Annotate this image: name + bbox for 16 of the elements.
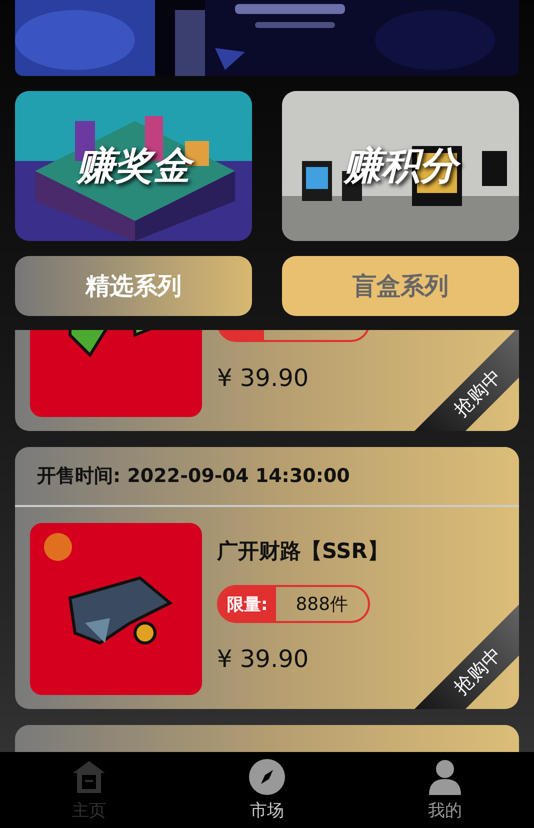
series-tab[interactable]: 盲盒系列: [282, 256, 519, 316]
compass-icon: [249, 758, 285, 794]
nav-item[interactable]: 我的: [356, 752, 534, 828]
product-card[interactable]: ¥ 39.90 抢购中: [15, 330, 519, 431]
price: ¥ 39.90: [217, 645, 309, 673]
sale-time: 开售时间: 2022-09-04 14:30:00: [37, 464, 350, 489]
price: ¥ 39.90: [217, 364, 309, 392]
nav-item[interactable]: 市场: [178, 752, 356, 828]
promo-card[interactable]: 赚奖金: [15, 91, 252, 241]
user-icon: [427, 758, 463, 794]
series-tab[interactable]: 精选系列: [15, 256, 252, 316]
product-card[interactable]: 开售时间: 2022-09-04 14:30:00 广开财路【SSR】 限量: 888件 ¥ 39.90 抢购中: [15, 447, 519, 709]
limit-count: 888件: [294, 593, 350, 617]
home-icon: [71, 758, 107, 794]
limit-label: 限量:: [219, 587, 276, 621]
product-title: 广开财路【SSR】: [217, 538, 388, 565]
